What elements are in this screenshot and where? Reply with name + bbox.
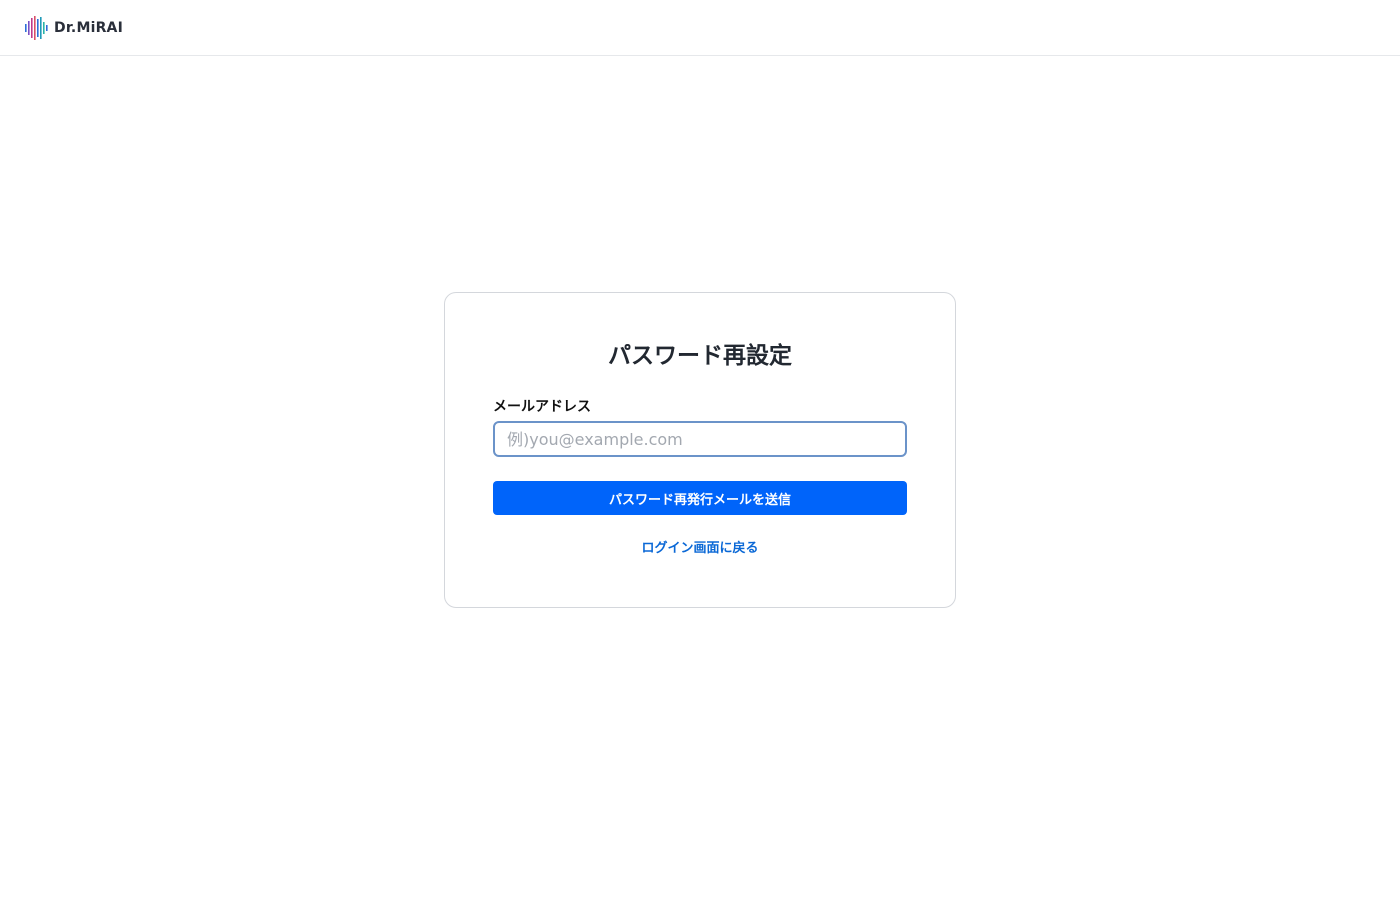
- waveform-bars-icon: [25, 16, 48, 40]
- brand-name: Dr.MiRAI: [54, 20, 124, 36]
- brand-logo[interactable]: Dr.MiRAI: [24, 16, 123, 40]
- send-reset-email-button[interactable]: パスワード再発行メールを送信: [493, 481, 907, 515]
- back-to-login-link[interactable]: ログイン画面に戻る: [445, 539, 955, 559]
- page-title: パスワード再設定: [608, 343, 792, 369]
- app-header: Dr.MiRAI: [0, 0, 1400, 56]
- email-label: メールアドレス: [493, 399, 591, 415]
- email-field[interactable]: [493, 421, 907, 457]
- password-reset-card: パスワード再設定 メールアドレス パスワード再発行メールを送信 ログイン画面に戻…: [444, 292, 956, 608]
